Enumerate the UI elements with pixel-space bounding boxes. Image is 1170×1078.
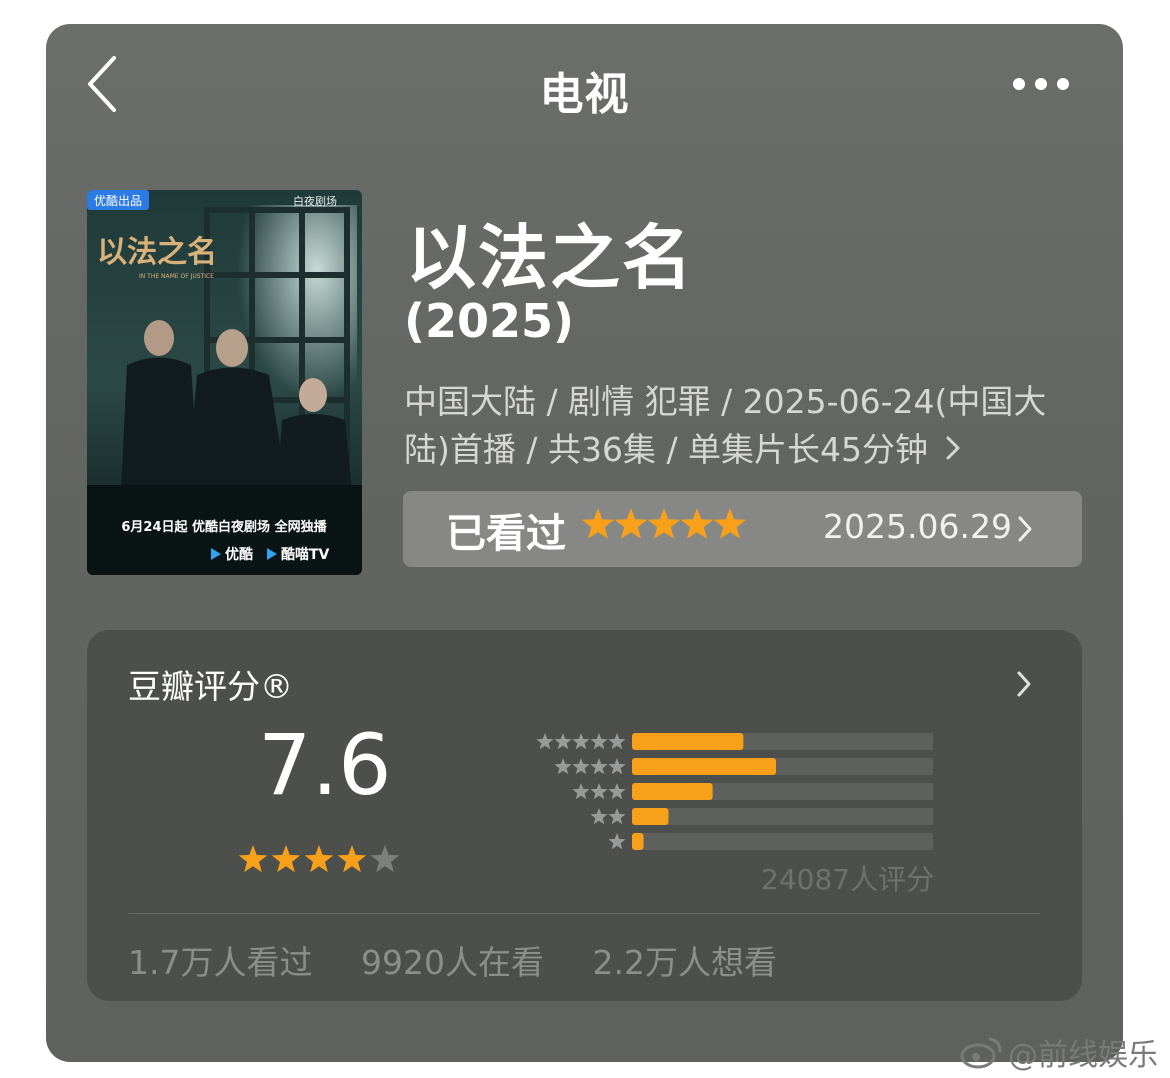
poster-title-art: 以法之名 [97, 235, 217, 270]
distribution-star-icon [572, 783, 590, 800]
more-horizontal-icon [1013, 78, 1069, 90]
watermark: @前线娱乐 [960, 1030, 1158, 1074]
star-icon [581, 508, 615, 539]
chevron-right-icon [1017, 671, 1031, 697]
page-title: 电视 [539, 69, 630, 120]
poster-subtitle: IN THE NAME OF JUSTICE [139, 273, 214, 280]
distribution-star-icon [590, 783, 608, 800]
watched-status-bar[interactable]: 已看过 2025.06.29 [403, 491, 1082, 567]
rating-title: 豆瓣评分® [128, 667, 293, 706]
distribution-bar-2-star [632, 808, 669, 825]
distribution-star-icon [608, 833, 626, 850]
stat-watched: 1.7万人看过 [128, 943, 313, 982]
distribution-star-icon [590, 808, 608, 825]
douban-rating-panel[interactable]: 豆瓣评分® 7.6 24087人评分 1.7万人看过 9920人在看 2.2万人… [87, 630, 1082, 1001]
poster-platform-1: 优酷 [225, 546, 253, 563]
distribution-bar-5-star [632, 733, 744, 750]
show-title: 以法之名 [406, 217, 694, 299]
chevron-right-icon [946, 436, 960, 460]
distribution-bar-4-star [632, 758, 776, 775]
watermark-text: @前线娱乐 [1008, 1038, 1158, 1073]
poster-brand: 白夜剧场 [293, 194, 337, 208]
star-icon [614, 508, 648, 539]
distribution-bar-track [632, 833, 933, 850]
watch-stats: 1.7万人看过 9920人在看 2.2万人想看 [128, 936, 815, 984]
poster-release-line: 6月24日起 优酷白夜剧场 全网独播 [121, 519, 327, 535]
rating-stars [238, 845, 400, 873]
star-icon [370, 845, 400, 873]
distribution-star-icon [608, 758, 626, 775]
distribution-bar-track [632, 808, 933, 825]
stat-watching: 9920人在看 [360, 943, 544, 982]
star-icon [713, 508, 747, 539]
star-icon [680, 508, 714, 539]
more-button[interactable] [1011, 74, 1071, 94]
star-icon [271, 845, 301, 873]
rating-distribution [536, 733, 933, 850]
poster-image[interactable]: 优酷出品 白夜剧场 以法之名 IN THE NAME OF JUSTICE 6月… [87, 190, 362, 575]
distribution-star-icon [572, 758, 590, 775]
distribution-star-icon [572, 733, 590, 750]
star-icon [337, 845, 367, 873]
weibo-icon [960, 1037, 1002, 1069]
distribution-star-icon [590, 733, 608, 750]
user-rating-stars [581, 508, 747, 539]
distribution-star-icon [590, 758, 608, 775]
chevron-right-icon [1018, 516, 1032, 542]
poster-artwork: 优酷出品 白夜剧场 以法之名 IN THE NAME OF JUSTICE 6月… [87, 190, 362, 575]
show-year: (2025) [404, 294, 575, 348]
distribution-star-icon [608, 808, 626, 825]
poster-platform-2: 酷喵TV [281, 546, 330, 563]
distribution-star-icon [554, 758, 572, 775]
star-icon [238, 845, 268, 873]
divider [129, 913, 1040, 914]
distribution-bar-1-star [632, 833, 644, 850]
distribution-star-icon [608, 733, 626, 750]
distribution-star-icon [536, 733, 554, 750]
distribution-star-icon [554, 733, 572, 750]
star-icon [304, 845, 334, 873]
poster-badge: 优酷出品 [94, 194, 142, 208]
rating-count: 24087人评分 [761, 863, 935, 896]
stat-want: 2.2万人想看 [592, 943, 777, 982]
show-info[interactable]: 中国大陆 / 剧情 犯罪 / 2025-06-24(中国大陆)首播 / 共36集… [404, 378, 1064, 474]
rating-score: 7.6 [258, 716, 392, 814]
watched-date: 2025.06.29 [823, 507, 1012, 546]
watched-label: 已看过 [446, 511, 566, 557]
star-icon [647, 508, 681, 539]
distribution-star-icon [608, 783, 626, 800]
detail-card: 电视 优酷出品 白夜剧场 以法之名 IN THE NAME OF JUSTICE… [46, 24, 1123, 1062]
distribution-bar-3-star [632, 783, 713, 800]
